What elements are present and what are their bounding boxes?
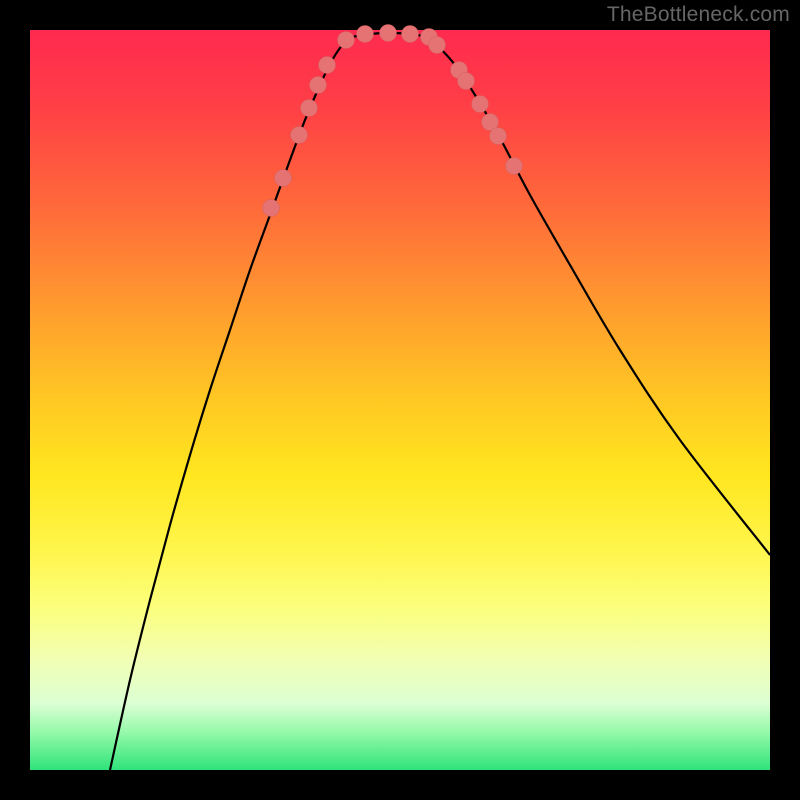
chart-svg bbox=[30, 30, 770, 770]
data-dot bbox=[429, 37, 446, 54]
data-dot bbox=[490, 128, 507, 145]
data-dot bbox=[506, 158, 523, 175]
data-dot bbox=[291, 127, 308, 144]
data-dot bbox=[310, 77, 327, 94]
data-dot bbox=[301, 100, 318, 117]
watermark-text: TheBottleneck.com bbox=[607, 3, 790, 27]
data-dot bbox=[338, 32, 355, 49]
data-dot bbox=[402, 26, 419, 43]
bottleneck-curve-tail bbox=[570, 265, 770, 555]
data-dot bbox=[275, 170, 292, 187]
bottleneck-curve bbox=[110, 33, 770, 770]
data-dot bbox=[319, 57, 336, 74]
chart-frame: TheBottleneck.com bbox=[0, 0, 800, 800]
plot-gradient-area bbox=[30, 30, 770, 770]
data-dot bbox=[263, 200, 280, 217]
data-dot bbox=[458, 73, 475, 90]
data-dot bbox=[472, 96, 489, 113]
data-dot bbox=[357, 26, 374, 43]
data-dot bbox=[380, 25, 397, 42]
